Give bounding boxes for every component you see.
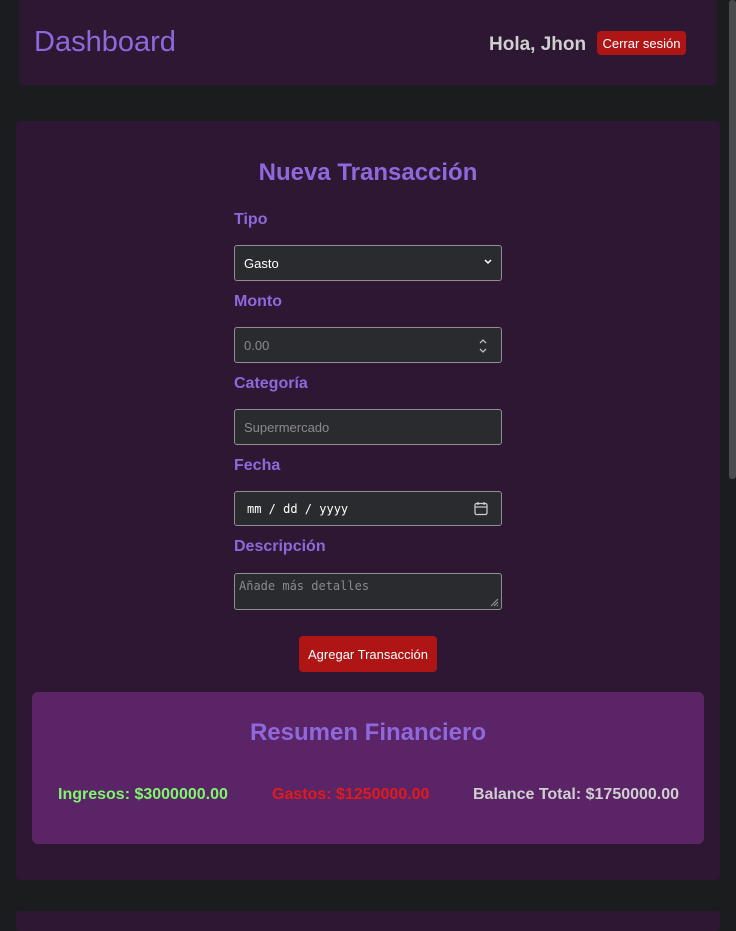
calendar-icon[interactable] [474,501,488,516]
user-greeting: Hola, Jhon [489,34,587,55]
type-select-value: Gasto [244,256,279,271]
date-input[interactable]: mm / dd / yyyy [234,491,502,526]
date-label: Fecha [234,457,281,474]
amount-label: Monto [234,293,282,310]
number-spinner-icon[interactable] [478,337,488,355]
main-panel: Nueva Transacción Tipo Gasto Monto 0.00 … [16,121,720,880]
balance-total: Balance Total: $1750000.00 [473,786,680,803]
description-placeholder: Añade más detalles [239,579,370,593]
amount-input[interactable]: 0.00 [234,327,502,363]
description-textarea[interactable]: Añade más detalles [234,573,502,610]
date-placeholder: mm / dd / yyyy [247,502,349,516]
expenses-total: Gastos: $1250000.00 [272,786,430,803]
type-select[interactable]: Gasto [234,245,502,281]
category-input[interactable]: Supermercado [234,409,502,445]
category-label: Categoría [234,375,308,392]
scrollbar-thumb[interactable] [729,0,736,479]
description-label: Descripción [234,538,326,555]
scrollbar[interactable] [729,0,736,919]
form-title: Nueva Transacción [258,159,478,186]
summary-title: Resumen Financiero [249,719,487,746]
page-title: Dashboard [34,26,176,58]
resize-handle-icon[interactable] [489,597,499,607]
type-label: Tipo [234,211,268,228]
chevron-down-icon [484,259,492,265]
financial-summary: Resumen Financiero Ingresos: $3000000.00… [32,692,704,844]
category-placeholder: Supermercado [244,420,330,435]
top-header: Dashboard Hola, Jhon Cerrar sesión [19,0,717,85]
income-total: Ingresos: $3000000.00 [58,786,228,803]
logout-button[interactable]: Cerrar sesión [597,31,686,55]
amount-placeholder: 0.00 [244,338,270,353]
add-transaction-button[interactable]: Agregar Transacción [299,636,437,672]
next-section-edge [16,911,720,931]
